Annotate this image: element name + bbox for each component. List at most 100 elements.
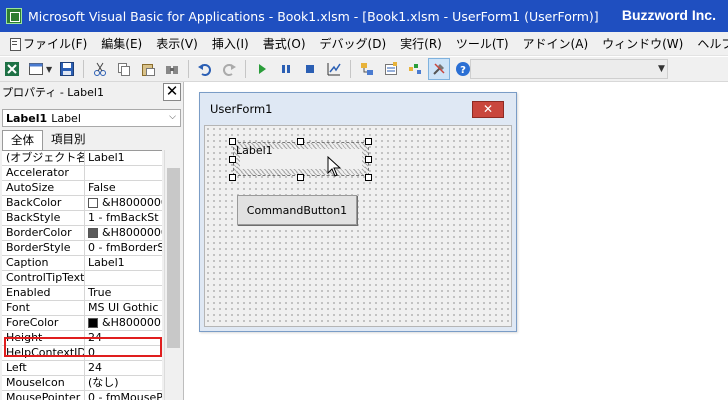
property-name: ForeColor — [2, 316, 85, 330]
properties-tabs: 全体 項目別 — [0, 130, 183, 150]
property-row[interactable]: MousePointer 0 - fmMouseP — [2, 391, 162, 400]
property-row[interactable]: BackColor &H8000000 — [2, 196, 162, 211]
save-icon[interactable] — [56, 58, 78, 80]
copy-icon[interactable] — [113, 58, 135, 80]
property-name: MouseIcon — [2, 376, 85, 390]
properties-icon[interactable] — [380, 58, 402, 80]
break-icon[interactable] — [275, 58, 297, 80]
project-explorer-icon[interactable] — [356, 58, 378, 80]
close-icon[interactable]: ✕ — [163, 83, 181, 101]
property-value[interactable]: &H8000000 — [85, 226, 162, 240]
property-value[interactable]: (なし) — [85, 376, 162, 390]
resize-handle[interactable] — [229, 138, 236, 145]
resize-handle[interactable] — [365, 156, 372, 163]
property-name: BackColor — [2, 196, 85, 210]
property-value[interactable]: 0 - fmBorderS — [85, 241, 162, 255]
property-value[interactable]: 0 - fmMouseP — [85, 391, 162, 400]
chevron-down-icon[interactable]: ▼ — [46, 65, 53, 74]
property-row[interactable]: Font MS UI Gothic — [2, 301, 162, 316]
menu-window[interactable]: ウィンドウ(W) — [595, 33, 690, 55]
property-value[interactable] — [85, 166, 162, 180]
property-row[interactable]: Caption Label1 — [2, 256, 162, 271]
property-row[interactable]: (オブジェクト名) Label1 — [2, 151, 162, 166]
menu-help[interactable]: ヘルプ(H) — [690, 33, 728, 55]
menu-file[interactable]: ファイル(F) — [16, 33, 94, 55]
property-grid: (オブジェクト名) Label1 Accelerator AutoSize Fals… — [2, 150, 162, 400]
property-name: AutoSize — [2, 181, 85, 195]
property-row[interactable]: Left 24 — [2, 361, 162, 376]
redo-icon[interactable] — [218, 58, 240, 80]
tab-all[interactable]: 全体 — [2, 130, 43, 150]
property-value[interactable]: MS UI Gothic — [85, 301, 162, 315]
excel-icon[interactable] — [1, 58, 23, 80]
menu-view[interactable]: 表示(V) — [149, 33, 205, 55]
property-value[interactable]: 1 - fmBackSt — [85, 211, 162, 225]
cut-icon[interactable] — [89, 58, 111, 80]
insert-userform-icon[interactable] — [25, 58, 47, 80]
property-row[interactable]: BorderStyle 0 - fmBorderS — [2, 241, 162, 256]
mouse-cursor-icon — [327, 156, 342, 177]
property-value[interactable]: &H8000000 — [85, 196, 162, 210]
resize-handle[interactable] — [365, 138, 372, 145]
property-name: BorderColor — [2, 226, 85, 240]
property-row[interactable]: ControlTipText — [2, 271, 162, 286]
undo-icon[interactable] — [194, 58, 216, 80]
property-name: Accelerator — [2, 166, 85, 180]
tab-category[interactable]: 項目別 — [43, 130, 94, 150]
chevron-down-icon[interactable]: ⌵ — [169, 112, 176, 122]
property-row[interactable]: BorderColor &H8000000 — [2, 226, 162, 241]
property-row[interactable]: MouseIcon (なし) — [2, 376, 162, 391]
menu-edit[interactable]: 編集(E) — [94, 33, 149, 55]
run-icon[interactable] — [251, 58, 273, 80]
property-row[interactable]: BackStyle 1 - fmBackSt — [2, 211, 162, 226]
menu-tools[interactable]: ツール(T) — [449, 33, 516, 55]
toolbar-separator — [188, 60, 189, 78]
property-row[interactable]: AutoSize False — [2, 181, 162, 196]
property-name: Left — [2, 361, 85, 375]
menu-run[interactable]: 実行(R) — [393, 33, 449, 55]
resize-handle[interactable] — [297, 174, 304, 181]
property-row[interactable]: Accelerator — [2, 166, 162, 181]
label-control[interactable]: Label1 — [233, 142, 369, 176]
object-type: Label — [51, 111, 81, 125]
find-icon[interactable] — [161, 58, 183, 80]
object-select[interactable]: Label1 Label ⌵ — [2, 109, 181, 127]
menu-bar: ファイル(F) 編集(E) 表示(V) 挿入(I) 書式(O) デバッグ(D) … — [0, 32, 728, 56]
property-name: Caption — [2, 256, 85, 270]
vba-app-icon — [6, 8, 22, 24]
property-value[interactable]: &H8000001 — [85, 316, 162, 330]
toolbox-icon[interactable] — [428, 58, 450, 80]
object-name: Label1 — [6, 111, 48, 125]
resize-handle[interactable] — [297, 138, 304, 145]
property-grid-scrollbar[interactable] — [164, 150, 182, 400]
property-row[interactable]: ForeColor &H8000001 — [2, 316, 162, 331]
property-value[interactable]: True — [85, 286, 162, 300]
property-value[interactable]: False — [85, 181, 162, 195]
property-row[interactable]: Enabled True — [2, 286, 162, 301]
design-mode-icon[interactable] — [323, 58, 345, 80]
command-button[interactable]: CommandButton1 — [237, 195, 357, 225]
caption-highlight-box — [4, 337, 162, 357]
object-browser-icon[interactable] — [404, 58, 426, 80]
resize-handle[interactable] — [229, 174, 236, 181]
properties-window: プロパティ - Label1 ✕ Label1 Label ⌵ 全体 項目別 (… — [0, 82, 184, 400]
menu-addins[interactable]: アドイン(A) — [516, 33, 596, 55]
property-value[interactable]: Label1 — [85, 151, 162, 165]
chevron-down-icon[interactable]: ▼ — [658, 64, 665, 74]
property-value[interactable]: 24 — [85, 361, 162, 375]
menu-format[interactable]: 書式(O) — [256, 33, 313, 55]
menu-debug[interactable]: デバッグ(D) — [313, 33, 394, 55]
property-value[interactable]: Label1 — [85, 256, 162, 270]
svg-text:?: ? — [460, 65, 466, 76]
close-icon[interactable]: ✕ — [472, 101, 504, 118]
property-name: BackStyle — [2, 211, 85, 225]
menu-insert[interactable]: 挿入(I) — [205, 33, 256, 55]
resize-handle[interactable] — [365, 174, 372, 181]
scrollbar-thumb[interactable] — [167, 168, 180, 348]
resize-handle[interactable] — [229, 156, 236, 163]
toolbar-separator — [83, 60, 84, 78]
reset-icon[interactable] — [299, 58, 321, 80]
property-value[interactable] — [85, 271, 162, 285]
paste-icon[interactable] — [137, 58, 159, 80]
property-name: Font — [2, 301, 85, 315]
